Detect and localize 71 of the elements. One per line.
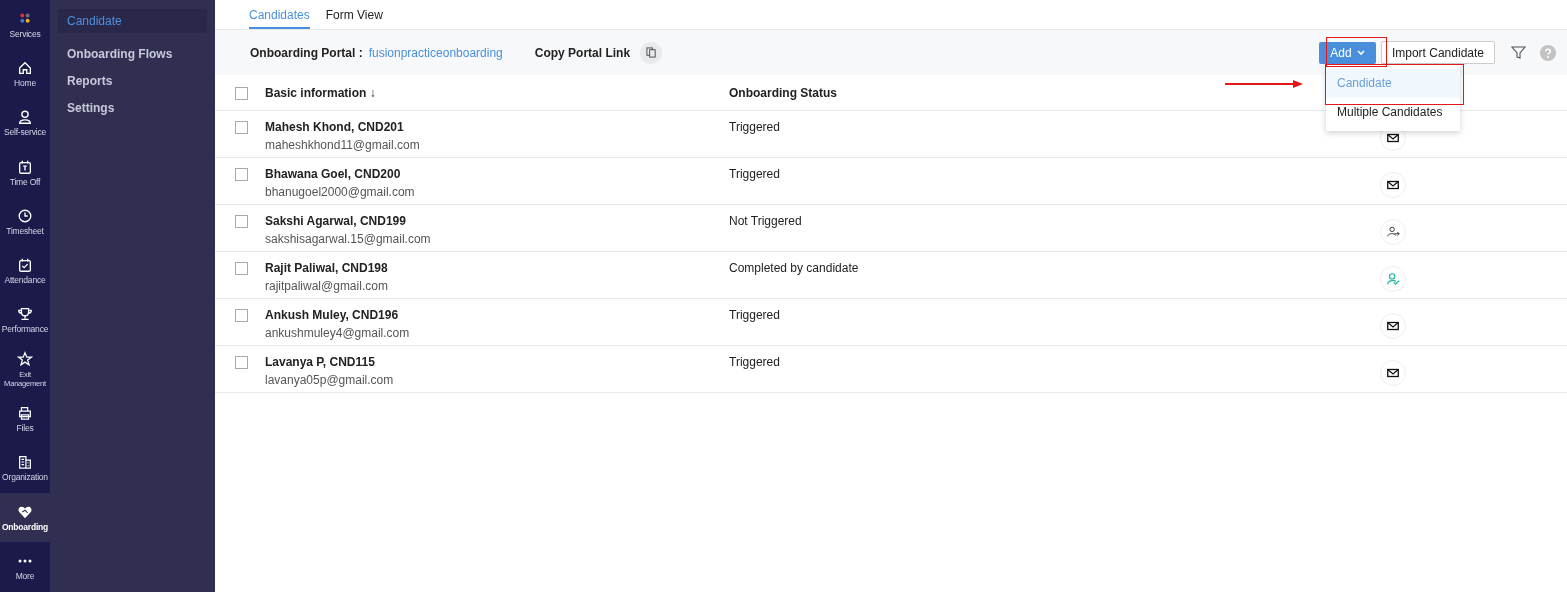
status-text: Completed by candidate: [729, 261, 860, 275]
status-text: Triggered: [729, 308, 781, 322]
candidate-email: rajitpaliwal@gmail.com: [265, 279, 389, 293]
rail-item[interactable]: Onboarding: [0, 492, 50, 543]
checkbox[interactable]: [235, 215, 248, 228]
person-icon: [17, 109, 33, 126]
candidate-name[interactable]: Lavanya P, CND115: [265, 355, 729, 369]
mail-icon: [1386, 366, 1400, 380]
status-text: Triggered: [729, 355, 781, 369]
building-icon: [17, 454, 33, 471]
more-icon: [18, 558, 32, 563]
mail-icon: [1386, 178, 1400, 192]
rail-item[interactable]: Services: [0, 0, 50, 50]
sidebar-item[interactable]: Settings: [58, 95, 207, 120]
checkbox[interactable]: [235, 86, 248, 100]
sidebar-item[interactable]: Candidate: [58, 9, 207, 33]
chevron-down-icon: [1356, 49, 1365, 56]
candidate-email: bhanugoel2000@gmail.com: [265, 185, 416, 199]
action-button[interactable]: [1380, 360, 1406, 386]
clock-icon: [17, 207, 33, 224]
checkbox[interactable]: [235, 356, 248, 369]
rail-item[interactable]: Files: [0, 394, 50, 444]
column-header[interactable]: Basic information ↓: [265, 85, 729, 100]
sidebar-item[interactable]: Reports: [58, 68, 207, 93]
tab[interactable]: Form View: [325, 0, 383, 29]
candidate-name[interactable]: Rajit Paliwal, CND198: [265, 261, 729, 275]
status-text: Not Triggered: [729, 214, 803, 228]
candidate-email: maheshkhond11@gmail.com: [265, 138, 421, 152]
action-button[interactable]: [1380, 313, 1406, 339]
import-button[interactable]: Import Candidate: [1380, 41, 1495, 64]
candidate-name[interactable]: Bhawana Goel, CND200: [265, 167, 729, 181]
calendar-check-icon: [17, 257, 33, 274]
candidate-email: sakshisagarwal.15@gmail.com: [265, 232, 432, 246]
person-check-icon: [1386, 272, 1400, 286]
filter-icon[interactable]: [1511, 45, 1526, 60]
rail-item[interactable]: Timesheet: [0, 197, 50, 247]
sidebar-item[interactable]: Onboarding Flows: [58, 41, 207, 66]
rail-item[interactable]: Self-service: [0, 98, 50, 148]
rail-item[interactable]: Home: [0, 49, 50, 99]
copy-icon: [645, 47, 657, 58]
printer-icon: [17, 405, 33, 421]
candidate-name[interactable]: Sakshi Agarwal, CND199: [265, 214, 729, 228]
home-icon: [17, 59, 33, 76]
mail-icon: [1386, 131, 1400, 145]
mail-icon: [1386, 319, 1400, 333]
candidate-email: ankushmuley4@gmail.com: [265, 326, 411, 340]
copy-button[interactable]: [640, 41, 663, 64]
copy-label: Copy Portal Link: [534, 45, 631, 60]
rail-item[interactable]: Attendance: [0, 246, 50, 296]
arrow-icon: [1225, 80, 1303, 88]
rail-item[interactable]: Performance: [0, 295, 50, 346]
candidate-name[interactable]: Ankush Muley, CND196: [265, 308, 729, 322]
calendar-icon: [17, 158, 33, 175]
menu-item[interactable]: Multiple Candidates: [1326, 98, 1460, 127]
status-text: Triggered: [729, 120, 781, 134]
checkbox[interactable]: [235, 309, 248, 322]
person-arrow-icon: [1386, 225, 1400, 239]
checkbox[interactable]: [235, 168, 248, 181]
trophy-icon: [17, 306, 33, 323]
checkbox[interactable]: [235, 262, 248, 275]
portal-label: Onboarding Portal :: [250, 45, 363, 60]
candidate-email: lavanya05p@gmail.com: [265, 373, 395, 387]
help-icon[interactable]: [1540, 44, 1556, 61]
rail-item[interactable]: Time Off: [0, 147, 50, 198]
rail-item[interactable]: Organization: [0, 443, 50, 493]
action-button[interactable]: [1380, 172, 1406, 198]
star-icon: [17, 351, 33, 368]
candidate-name[interactable]: Mahesh Khond, CND201: [265, 120, 729, 134]
rail-item[interactable]: More: [0, 542, 50, 592]
checkbox[interactable]: [235, 121, 248, 134]
status-text: Triggered: [729, 167, 781, 181]
